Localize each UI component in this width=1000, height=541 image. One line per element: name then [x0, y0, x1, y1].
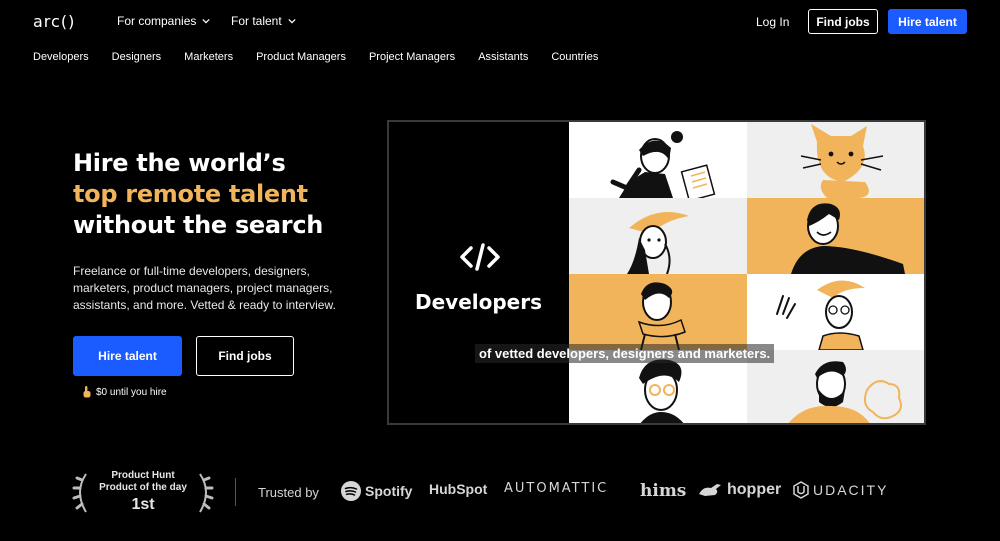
brand-udacity-logo: UDACITY: [793, 481, 888, 499]
brand-automattic-logo: AUTOMATTIC: [504, 481, 608, 496]
hero-line-2: top remote talent: [73, 180, 308, 208]
product-hunt-badge: Product Hunt Product of the day 1st: [72, 468, 214, 516]
woman-with-paper-illustration: [610, 131, 716, 198]
subnav-marketers[interactable]: Marketers: [184, 51, 233, 63]
hero-media-panel[interactable]: Developers of vetted developers, designe…: [387, 120, 926, 425]
smiling-man-illustration: [791, 203, 905, 274]
top-navigation: arc() For companies For talent Log In Fi…: [0, 0, 1000, 42]
hims-wordmark: hims: [640, 481, 687, 501]
hero-headline: Hire the world’s top remote talent witho…: [73, 148, 323, 241]
hire-talent-button[interactable]: Hire talent: [888, 9, 967, 34]
woman-with-hat-illustration: [627, 212, 689, 274]
product-hunt-rank: 1st: [131, 496, 155, 513]
subnav-countries[interactable]: Countries: [551, 51, 598, 63]
cat-illustration: [800, 124, 884, 198]
spotify-wordmark: Spotify: [365, 483, 413, 499]
login-link[interactable]: Log In: [756, 15, 789, 29]
for-companies-label: For companies: [117, 14, 197, 28]
man-with-scarf-illustration: [637, 282, 686, 350]
illustration-woman-waving: [747, 274, 924, 350]
udacity-icon: [793, 481, 809, 499]
chevron-down-icon: [202, 18, 210, 24]
illustration-woman-hat: [569, 198, 747, 274]
illustration-cat: [747, 122, 924, 198]
subnav-designers[interactable]: Designers: [112, 51, 162, 63]
chevron-down-icon: [288, 18, 296, 24]
for-companies-menu[interactable]: For companies: [117, 14, 210, 28]
code-brackets-icon: [460, 243, 500, 271]
for-talent-menu[interactable]: For talent: [231, 14, 296, 28]
media-caption: of vetted developers, designers and mark…: [475, 344, 775, 363]
arc-logo[interactable]: arc(): [33, 12, 75, 31]
product-of-day-label: Product of the day: [99, 482, 187, 493]
product-hunt-label: Product Hunt: [111, 470, 175, 481]
media-title: Developers: [415, 290, 543, 314]
hero-find-jobs-button[interactable]: Find jobs: [196, 336, 294, 376]
hero-line-1: Hire the world’s: [73, 149, 286, 177]
illustration-man-smiling: [747, 198, 924, 274]
waving-woman-illustration: [776, 280, 865, 350]
brand-spotify-logo: Spotify: [341, 481, 412, 501]
pointing-hand-icon: [83, 386, 91, 398]
for-talent-label: For talent: [231, 14, 282, 28]
brand-hubspot-logo: HubSpot: [429, 481, 487, 497]
automattic-wordmark: AUTOMATTIC: [504, 481, 609, 496]
pricing-note-text: $0 until you hire: [96, 386, 167, 398]
talent-illustration-grid: [569, 122, 924, 423]
subnav-product-managers[interactable]: Product Managers: [256, 51, 346, 63]
subnav-developers[interactable]: Developers: [33, 51, 89, 63]
hero-line-3: without the search: [73, 211, 324, 239]
subnav-assistants[interactable]: Assistants: [478, 51, 528, 63]
hopper-wordmark: hopper: [727, 481, 782, 498]
illustration-woman-paper: [569, 122, 747, 198]
hubspot-wordmark: HubSpot: [429, 481, 488, 497]
brand-hopper-logo: hopper: [697, 481, 781, 499]
hero-hire-talent-button[interactable]: Hire talent: [73, 336, 182, 376]
trusted-by-label: Trusted by: [258, 485, 319, 500]
bunny-icon: [699, 484, 721, 496]
hero-description: Freelance or full-time developers, desig…: [73, 264, 336, 312]
illustration-man-scarf: [569, 274, 747, 350]
trust-divider: [235, 478, 236, 506]
brand-hims-logo: hims: [640, 481, 686, 501]
spotify-icon: [341, 481, 361, 501]
udacity-wordmark: UDACITY: [813, 482, 889, 498]
find-jobs-button[interactable]: Find jobs: [808, 9, 878, 34]
pricing-note: $0 until you hire: [82, 386, 167, 398]
category-subnav: Developers Designers Marketers Product M…: [33, 51, 598, 63]
subnav-project-managers[interactable]: Project Managers: [369, 51, 455, 63]
